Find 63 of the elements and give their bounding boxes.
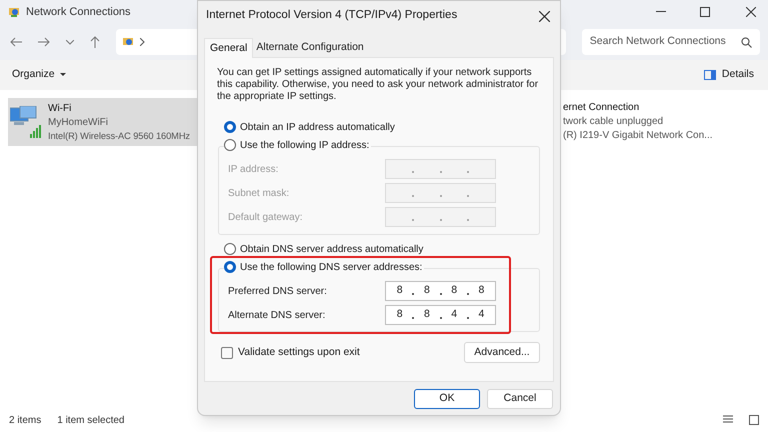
search-icon [741, 36, 752, 48]
chevron-down-icon[interactable] [66, 40, 74, 44]
octet-value: 4 [451, 307, 458, 322]
field-label: Subnet mask: [228, 186, 290, 200]
ok-button[interactable]: OK [414, 389, 480, 409]
search-placeholder: Search Network Connections [590, 34, 727, 50]
item-count: 2 items [9, 414, 42, 428]
window-title: Network Connections [26, 4, 131, 20]
maximize-icon[interactable] [700, 7, 710, 17]
validate-checkbox[interactable] [221, 347, 233, 359]
radio-label: Obtain an IP address automatically [240, 120, 395, 134]
description-text: You can get IP settings assigned automatically if your network supports this capability. Otherwise, you need to ask your network administrator for the appropriate IP settings. [217, 67, 539, 103]
network-folder-icon [8, 6, 20, 18]
search-field[interactable]: Search Network Connections [582, 29, 760, 55]
radio-label: Use the following DNS server addresses: [240, 260, 422, 274]
selection-status: 1 item selected [57, 414, 124, 428]
checkbox-label: Validate settings upon exit [238, 345, 361, 360]
octet-value: 4 [478, 307, 484, 322]
radio-button[interactable] [224, 121, 236, 133]
item-name: ernet Connection [563, 102, 640, 113]
field-label: IP address: [228, 162, 280, 176]
octet-value: 8 [478, 283, 484, 298]
octet-value: 8 [396, 307, 403, 322]
ip-address-field[interactable]: 8 8 4 4 [385, 305, 496, 325]
field-label: Alternate DNS server: [228, 308, 326, 322]
field-label: Default gateway: [228, 210, 304, 224]
back-icon[interactable] [10, 37, 22, 47]
chevron-right-icon [140, 38, 145, 46]
octet-value: 8 [451, 283, 458, 298]
advanced-button[interactable]: Advanced... [464, 342, 540, 363]
close-icon[interactable] [746, 7, 756, 17]
wifi-computer-icon [10, 106, 42, 138]
connection-status: twork cable unplugged [563, 116, 664, 127]
adapter-name: (R) I219-V Gigabit Network Con... [563, 130, 712, 141]
dialog-title: Internet Protocol Version 4 (TCP/IPv4) Properties [206, 8, 458, 24]
field-label: Preferred DNS server: [228, 284, 328, 298]
forward-icon[interactable] [38, 37, 50, 47]
minimize-icon[interactable] [656, 11, 666, 13]
details-button[interactable]: Details [722, 67, 754, 83]
ip-address-field[interactable]: 8 8 8 8 [385, 281, 496, 301]
octet-value: 8 [424, 307, 430, 322]
cancel-button[interactable]: Cancel [487, 389, 553, 409]
adapter-name: Intel(R) Wireless-AC 9560 160MHz [48, 130, 190, 142]
tiles-view-icon[interactable] [749, 415, 759, 425]
octet-value: 8 [424, 283, 430, 298]
tab[interactable]: General [204, 38, 254, 58]
caret-icon [60, 73, 66, 77]
octet-value: 8 [396, 283, 403, 298]
radio-button[interactable] [224, 243, 236, 255]
details-view-icon[interactable] [723, 415, 733, 425]
tab[interactable]: Alternate Configuration [253, 39, 367, 57]
organize-menu[interactable]: Organize [12, 67, 66, 83]
network-item[interactable]: Wi-Fi MyHomeWiFi Intel(R) Wireless-AC 9560 160MHz [8, 98, 200, 146]
item-name: Wi-Fi [48, 102, 72, 114]
network-name: MyHomeWiFi [48, 116, 109, 128]
close-icon[interactable] [539, 10, 550, 22]
radio-button[interactable] [224, 261, 236, 273]
radio-label: Obtain DNS server address automatically [240, 242, 424, 256]
network-folder-icon [122, 36, 134, 48]
details-pane-icon[interactable] [704, 70, 716, 80]
radio-button[interactable] [224, 139, 236, 151]
up-icon[interactable] [90, 36, 100, 48]
radio-label: Use the following IP address: [240, 138, 370, 152]
